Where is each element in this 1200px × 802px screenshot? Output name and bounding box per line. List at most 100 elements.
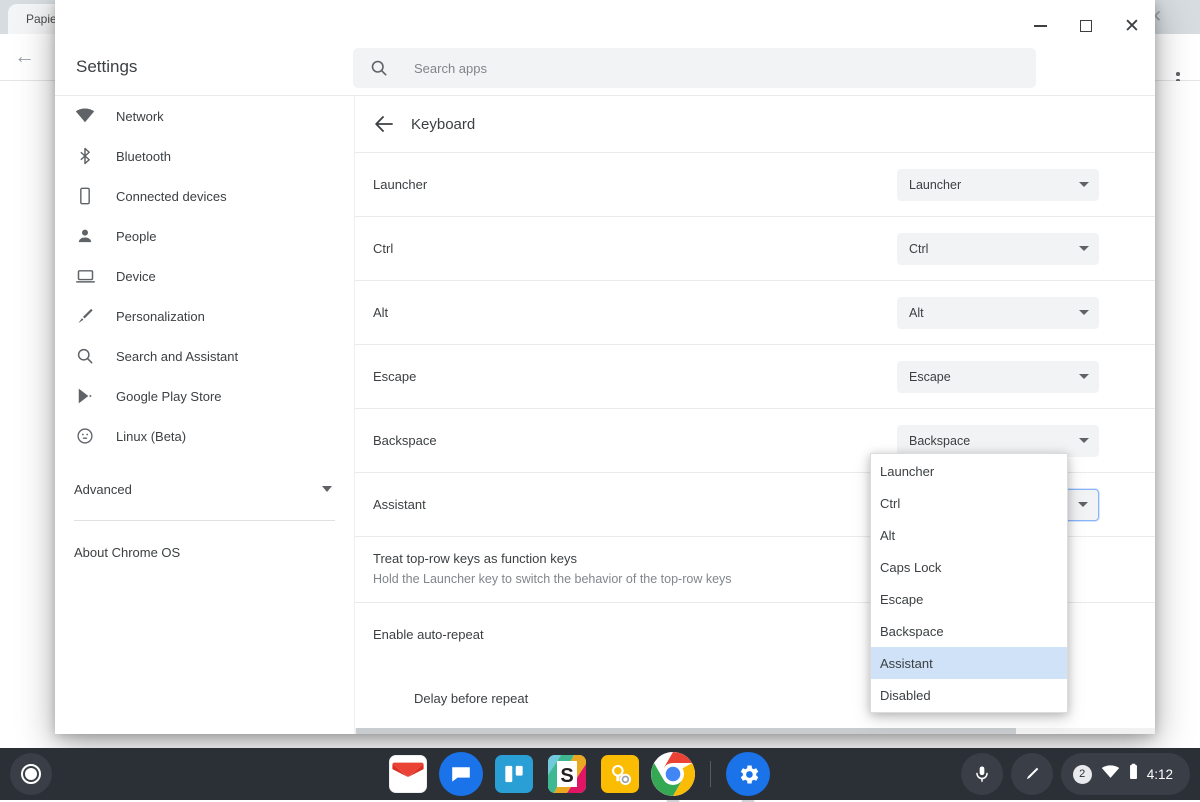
shelf-app-gmail[interactable] [386,752,430,796]
sidebar-item-device[interactable]: Device [55,256,354,296]
dropdown-option-ctrl[interactable]: Ctrl [871,487,1067,519]
dropdown-option-launcher[interactable]: Launcher [871,455,1067,487]
search-bar[interactable] [353,48,1036,88]
sidebar-item-personalization[interactable]: Personalization [55,296,354,336]
sidebar-item-connected-devices[interactable]: Connected devices [55,176,354,216]
assistant-key-dropdown-menu[interactable]: Launcher Ctrl Alt Caps Lock Escape Backs… [870,453,1068,713]
sidebar-item-advanced[interactable]: Advanced [55,466,354,512]
window-controls: ✕ [955,0,1155,52]
wifi-icon [74,105,96,127]
horizontal-scrollbar[interactable] [354,728,1155,734]
sidebar-item-label: Advanced [74,482,322,497]
sidebar-item-people[interactable]: People [55,216,354,256]
sidebar-item-label: Search and Assistant [116,349,238,364]
dropdown-option-backspace[interactable]: Backspace [871,615,1067,647]
sidebar-item-about-chrome-os[interactable]: About Chrome OS [55,529,354,575]
launcher-core [25,768,37,780]
svg-text:S: S [560,765,573,787]
select-value: Launcher [909,178,1079,192]
page-title: Settings [76,57,137,77]
launcher-circle-icon[interactable] [10,753,52,795]
setting-row-escape: Escape Escape [355,344,1155,408]
laptop-icon [74,265,96,287]
sidebar-item-linux-beta[interactable]: Linux (Beta) [55,416,354,456]
alt-key-select[interactable]: Alt [897,297,1099,329]
person-icon [74,225,96,247]
search-icon [74,345,96,367]
settings-icon [726,752,770,796]
select-value: Alt [909,306,1079,320]
select-value: Ctrl [909,242,1079,256]
select-value: Backspace [909,434,1079,448]
escape-key-select[interactable]: Escape [897,361,1099,393]
slack-icon: S [548,755,586,793]
setting-label: Escape [373,367,897,386]
chevron-down-icon [1079,246,1089,251]
dropdown-option-alt[interactable]: Alt [871,519,1067,551]
shelf-app-messages[interactable] [439,752,483,796]
gmail-icon [389,755,427,793]
setting-label: Assistant [373,495,897,514]
dropdown-option-escape[interactable]: Escape [871,583,1067,615]
sidebar-item-label: Connected devices [116,189,227,204]
minimize-icon[interactable] [1017,6,1063,46]
stylus-pen-icon[interactable] [1011,753,1053,795]
sidebar-item-network[interactable]: Network [55,96,354,136]
sidebar: Network Bluetooth Connected devices [55,96,354,734]
shelf-app-chrome[interactable] [651,752,695,796]
backspace-key-select[interactable]: Backspace [897,425,1099,457]
google-play-icon [74,385,96,407]
phone-icon [74,185,96,207]
close-icon[interactable]: ✕ [1109,6,1155,46]
google-keep-icon [601,755,639,793]
dropdown-option-assistant[interactable]: Assistant [871,647,1067,679]
launcher-key-select[interactable]: Launcher [897,169,1099,201]
sidebar-item-label: Network [116,109,164,124]
system-tray: 2 4:12 [961,753,1190,795]
select-value: Escape [909,370,1079,384]
shelf-app-slack[interactable]: S [545,752,589,796]
page-title: Keyboard [411,116,475,133]
keyboard-page-header: Keyboard [355,96,1155,152]
chevron-down-icon [1078,502,1088,507]
brush-icon [74,305,96,327]
back-arrow-icon[interactable]: ← [14,46,35,67]
dropdown-option-disabled[interactable]: Disabled [871,679,1067,711]
shelf-app-keep[interactable] [598,752,642,796]
status-tray-button[interactable]: 2 4:12 [1061,753,1190,795]
setting-row-launcher: Launcher Launcher [355,152,1155,216]
chrome-icon [651,752,695,796]
dropdown-option-caps-lock[interactable]: Caps Lock [871,551,1067,583]
setting-label: Alt [373,303,897,322]
trello-icon [495,755,533,793]
scrollbar-thumb[interactable] [356,728,1016,734]
bluetooth-icon [74,145,96,167]
settings-header: Settings ✕ [55,0,1155,96]
search-input[interactable] [414,61,974,76]
sidebar-item-label: Google Play Store [116,389,222,404]
setting-row-alt: Alt Alt [355,280,1155,344]
sidebar-item-search-and-assistant[interactable]: Search and Assistant [55,336,354,376]
chevron-down-icon [322,486,332,492]
sidebar-item-google-play-store[interactable]: Google Play Store [55,376,354,416]
shelf-app-settings[interactable] [726,752,770,796]
setting-row-ctrl: Ctrl Ctrl [355,216,1155,280]
maximize-icon[interactable] [1063,6,1109,46]
chevron-down-icon [1079,310,1089,315]
shelf-app-trello[interactable] [492,752,536,796]
battery-icon [1129,763,1138,785]
chevron-down-icon [1079,374,1089,379]
back-arrow-icon[interactable] [372,112,396,136]
shelf-app-list: S [386,752,770,796]
sidebar-item-label: People [116,229,156,244]
settings-window[interactable]: Settings ✕ Network [55,0,1155,734]
sidebar-item-label: Device [116,269,156,284]
ctrl-key-select[interactable]: Ctrl [897,233,1099,265]
microphone-icon[interactable] [961,753,1003,795]
sidebar-item-label: Bluetooth [116,149,171,164]
notification-badge: 2 [1073,765,1092,784]
setting-label: Backspace [373,431,897,450]
sidebar-divider [74,520,335,521]
sidebar-item-bluetooth[interactable]: Bluetooth [55,136,354,176]
wifi-icon [1101,764,1120,784]
